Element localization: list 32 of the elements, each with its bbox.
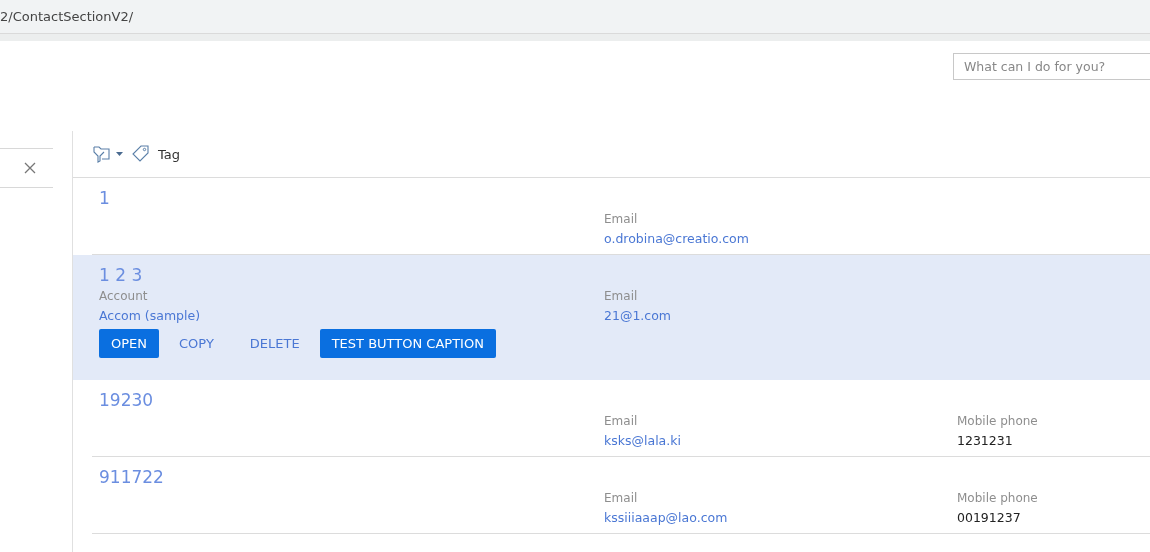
field-label: Email: [604, 288, 638, 305]
selected-record-row[interactable]: 1 2 3 Account Accom (sample) Email 21@1.com OPEN COPY DELETE TEST BUTTON CAPTION: [73, 255, 1150, 380]
record-title[interactable]: 911722: [99, 465, 164, 489]
field-value: 1231231: [957, 432, 1013, 450]
field-label: Email: [604, 211, 638, 228]
field-link[interactable]: Accom (sample): [99, 306, 201, 325]
field-value: 00191237: [957, 509, 1021, 527]
url-text: 2/ContactSectionV2/: [0, 9, 134, 24]
field-label: Mobile phone: [957, 490, 1038, 507]
record-title[interactable]: 1: [99, 186, 110, 210]
action-button[interactable]: OPEN: [99, 329, 159, 358]
tag-icon[interactable]: [132, 145, 150, 163]
record-row[interactable]: 911722 Email kssiiiaaap@lao.com Mobile phone 00191237: [92, 457, 1150, 534]
action-button[interactable]: COPY: [163, 329, 230, 358]
record-title[interactable]: 1 2 3: [99, 263, 143, 287]
field-link[interactable]: ksks@lala.ki: [604, 431, 681, 450]
address-bar[interactable]: 2/ContactSectionV2/: [0, 0, 1150, 33]
field-link[interactable]: 21@1.com: [604, 306, 672, 325]
action-button[interactable]: DELETE: [233, 329, 316, 358]
record-row[interactable]: 19230 Email ksks@lala.ki Mobile phone 1231231: [92, 380, 1150, 457]
folder-filter-icon[interactable]: [92, 145, 124, 163]
action-button[interactable]: TEST BUTTON CAPTION: [319, 329, 496, 358]
field-label: Mobile phone: [957, 413, 1038, 430]
tag-button[interactable]: Tag: [158, 146, 180, 162]
field-link[interactable]: kssiiiaaap@lao.com: [604, 508, 728, 527]
record-title[interactable]: 19230: [99, 388, 154, 412]
field-link[interactable]: o.drobina@creatio.com: [604, 229, 749, 248]
field-label: Email: [604, 490, 638, 507]
field-label: Email: [604, 413, 638, 430]
search-field[interactable]: What can I do for you?: [953, 53, 1150, 80]
close-icon[interactable]: [24, 162, 36, 174]
field-label: Account: [99, 288, 148, 305]
